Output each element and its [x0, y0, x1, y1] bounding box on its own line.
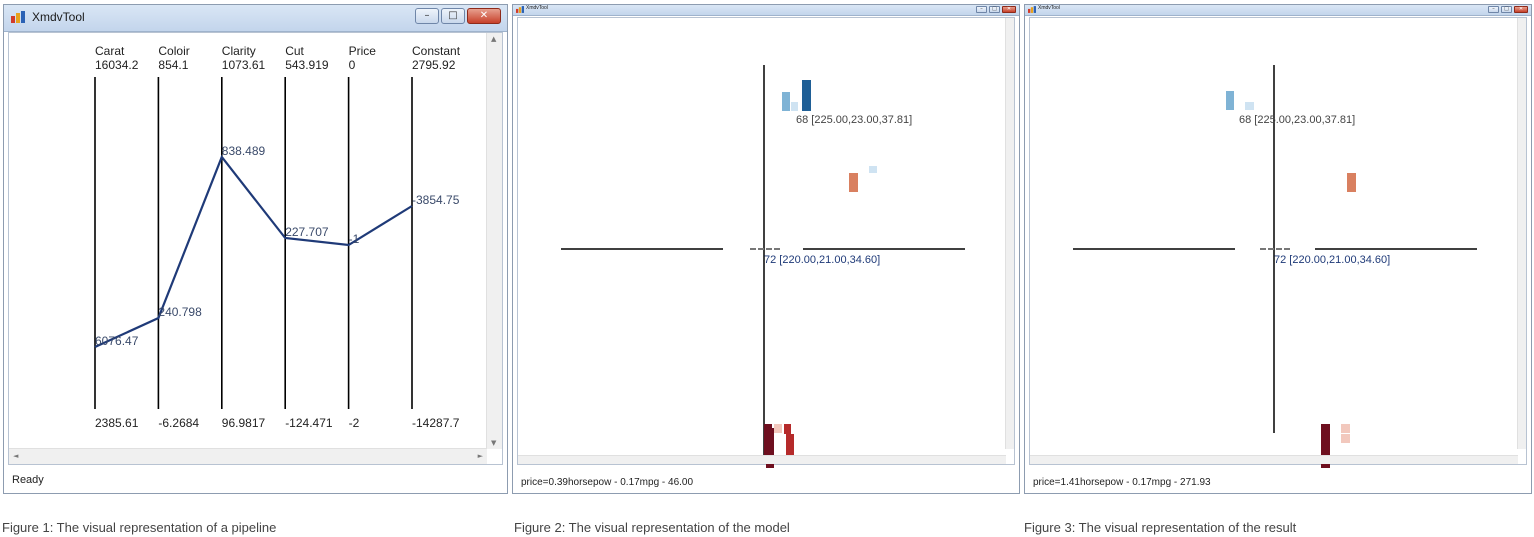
glyph-bar: [869, 166, 877, 173]
value-label: 227.707: [285, 225, 329, 239]
glyph-bar: [782, 92, 790, 111]
vertical-scrollbar[interactable]: [1517, 18, 1526, 449]
minimize-button[interactable]: –: [1488, 6, 1499, 13]
axis-min-label: -14287.7: [412, 416, 460, 430]
horizontal-scrollbar[interactable]: [1030, 455, 1518, 464]
glyph-plot: 68 [225.00,23.00,37.81] 72 [220.00,21.00…: [561, 65, 965, 468]
close-icon: ✕: [1518, 6, 1524, 12]
minimize-button[interactable]: –: [976, 6, 987, 13]
glyph-bar: [1226, 91, 1234, 110]
title-bar[interactable]: XmdvTool – □ ✕: [4, 5, 507, 32]
axis-max-label: 2795.92: [412, 58, 456, 72]
glyph-bar: [1347, 173, 1356, 192]
glyph-bar: [791, 102, 798, 111]
status-text: price=0.39horsepow - 0.17mpg - 46.00: [521, 477, 694, 488]
close-button[interactable]: ✕: [1002, 6, 1016, 13]
xmdvtool-view-window-2: XmdvTool – □ ✕ 68 [225.00,23.00,37.81] 7…: [512, 4, 1020, 494]
title-bar[interactable]: XmdvTool – □ ✕: [513, 5, 1019, 16]
axis-name: Coloir: [158, 44, 189, 58]
maximize-button[interactable]: □: [989, 6, 1000, 13]
axis-name: Clarity: [222, 44, 256, 58]
minimize-icon: –: [424, 10, 430, 21]
figure-caption-2: Figure 2: The visual representation of t…: [514, 520, 790, 535]
value-label: 240.798: [158, 305, 202, 319]
scroll-left-icon[interactable]: ◄: [13, 452, 18, 460]
value-label: 838.489: [222, 144, 266, 158]
axis-name: Cut: [285, 44, 304, 58]
minimize-button[interactable]: –: [415, 8, 439, 24]
maximize-icon: □: [448, 10, 458, 21]
app-icon: [1028, 6, 1036, 13]
scroll-up-icon[interactable]: ▲: [491, 35, 496, 43]
glyph-bar: [1341, 434, 1350, 443]
label-mid: 72 [220.00,21.00,34.60]: [764, 254, 880, 266]
close-icon: ✕: [479, 10, 489, 21]
axis-max-label: 543.919: [285, 58, 329, 72]
value-label: 6076.47: [95, 334, 139, 348]
vertical-scrollbar[interactable]: ▲ ▼: [486, 33, 502, 449]
glyph-bar: [1341, 424, 1350, 433]
axis-name: Constant: [412, 44, 461, 58]
scroll-right-icon[interactable]: ►: [478, 452, 483, 460]
horizontal-scrollbar[interactable]: ◄ ►: [9, 448, 487, 464]
minimize-icon: –: [980, 6, 983, 12]
app-icon: [516, 6, 524, 13]
axis-min-label: 2385.61: [95, 416, 139, 430]
close-button[interactable]: ✕: [467, 8, 501, 24]
maximize-icon: □: [992, 6, 997, 12]
glyph-bar: [1245, 102, 1254, 110]
label-top: 68 [225.00,23.00,37.81]: [1239, 114, 1355, 126]
window-title: XmdvTool: [32, 10, 85, 24]
value-label: -1: [349, 232, 360, 246]
axis-max-label: 0: [349, 58, 356, 72]
scroll-down-icon[interactable]: ▼: [491, 439, 496, 447]
figure-caption-1: Figure 1: The visual representation of a…: [2, 520, 277, 535]
dimension-stacking-view[interactable]: 68 [225.00,23.00,37.81] 72 [220.00,21.00…: [1029, 17, 1527, 468]
vertical-scrollbar[interactable]: [1005, 18, 1014, 449]
axis-min-label: 96.9817: [222, 416, 266, 430]
axis-min-label: -2: [349, 416, 360, 430]
maximize-button[interactable]: □: [441, 8, 465, 24]
figure-caption-3: Figure 3: The visual representation of t…: [1024, 520, 1297, 535]
value-label: -3854.75: [412, 193, 460, 207]
glyph-bar: [802, 80, 811, 111]
title-bar[interactable]: XmdvTool – □ ✕: [1025, 5, 1531, 16]
axis-max-label: 16034.2: [95, 58, 139, 72]
xmdvtool-main-window: XmdvTool – □ ✕ Carat 16034.2 2385.61 Coloir…: [3, 4, 508, 494]
minimize-icon: –: [1492, 6, 1495, 12]
dimension-stacking-view[interactable]: 68 [225.00,23.00,37.81] 72 [220.00,21.00…: [517, 17, 1015, 468]
parallel-coordinates-plot: Carat16034.2 2385.61 Coloir854.1 -6.2684 Cla…: [94, 44, 461, 430]
app-icon: [11, 11, 25, 23]
axis-max-label: 854.1: [158, 58, 188, 72]
glyph-bar: [849, 173, 858, 192]
status-text: price=1.41horsepow - 0.17mpg - 271.93: [1033, 477, 1211, 488]
glyph-bar: [784, 424, 791, 434]
maximize-button[interactable]: □: [1501, 6, 1512, 13]
label-mid: 72 [220.00,21.00,34.60]: [1274, 254, 1390, 266]
axis-name: Carat: [95, 44, 125, 58]
close-icon: ✕: [1006, 6, 1012, 12]
parallel-coordinates-view[interactable]: Carat 16034.2 2385.61 Coloir 854.1 -6.2684 Cla…: [8, 32, 503, 465]
axis-min-label: -6.2684: [158, 416, 199, 430]
axis-max-label: 1073.61: [222, 58, 266, 72]
label-top: 68 [225.00,23.00,37.81]: [796, 114, 912, 126]
axis-min-label: -124.471: [285, 416, 333, 430]
close-button[interactable]: ✕: [1514, 6, 1528, 13]
status-text: Ready: [12, 474, 44, 486]
data-polyline[interactable]: [94, 154, 413, 349]
window-title: XmdvTool: [526, 5, 548, 11]
window-title: XmdvTool: [1038, 5, 1060, 11]
glyph-plot: 68 [225.00,23.00,37.81] 72 [220.00,21.00…: [1073, 65, 1477, 468]
horizontal-scrollbar[interactable]: [518, 455, 1006, 464]
maximize-icon: □: [1504, 6, 1509, 12]
xmdvtool-view-window-3: XmdvTool – □ ✕ 68 [225.00,23.00,37.81] 7…: [1024, 4, 1532, 494]
axis-name: Price: [349, 44, 377, 58]
glyph-bar: [774, 424, 782, 433]
